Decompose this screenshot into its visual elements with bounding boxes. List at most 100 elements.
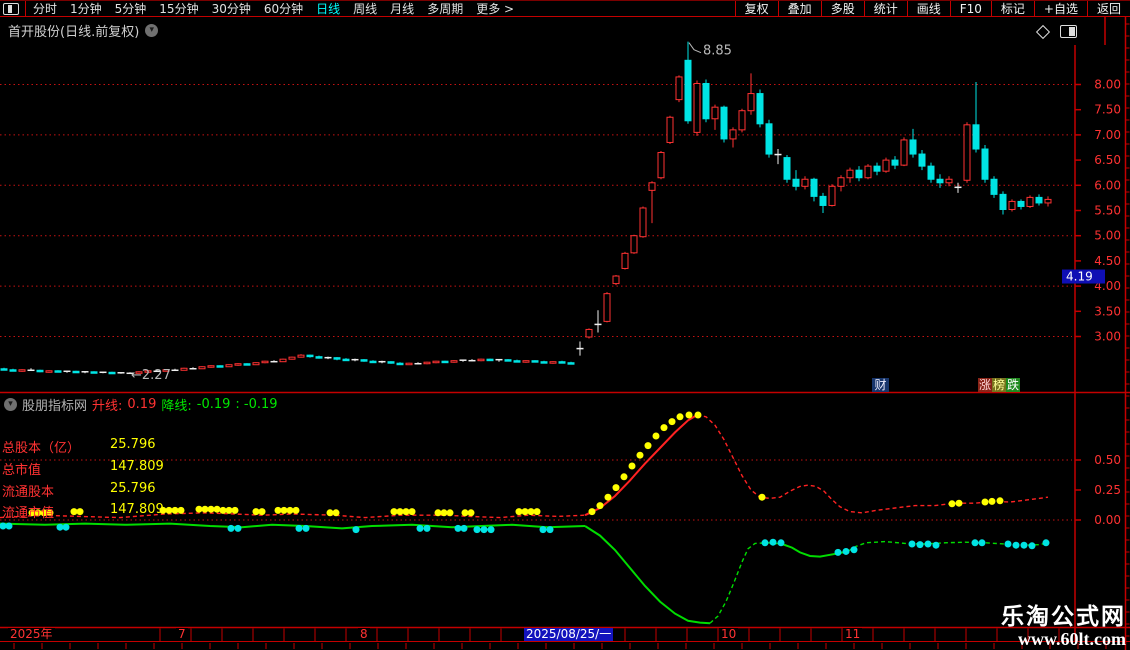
period-tab[interactable]: 15分钟 [159, 0, 198, 17]
toolbar-button[interactable]: 标记 [990, 1, 1034, 16]
buy-dot [988, 497, 996, 505]
toolbar-button[interactable]: F10 [949, 1, 991, 16]
toolbar-button[interactable]: 多股 [820, 1, 864, 16]
candle-body [648, 182, 656, 191]
buy-dot [628, 462, 636, 470]
candle-body [792, 178, 800, 187]
buy-dot [612, 484, 620, 492]
candle-body [306, 354, 314, 358]
buy-dot [396, 508, 404, 516]
metric-value: 147.809 [110, 502, 164, 517]
page-title: 首开股份(日线.前复权) [8, 25, 140, 40]
candle-body [333, 357, 341, 360]
toolbar-button[interactable]: 叠加 [777, 1, 821, 16]
candle-body [711, 106, 719, 120]
candle-body [549, 361, 557, 364]
sell-dot [416, 524, 424, 532]
candle-body [738, 110, 746, 131]
period-tab[interactable]: 多周期 [427, 0, 463, 17]
price-axis-label: 6.00 [1094, 178, 1121, 192]
buy-dot [292, 506, 300, 514]
period-tab[interactable]: 日线 [316, 0, 340, 17]
candle-body [45, 370, 53, 373]
candle-body [450, 360, 458, 363]
rise-label: 升线: [92, 399, 123, 414]
sell-dot [1028, 542, 1036, 550]
period-tab[interactable]: 1分钟 [70, 0, 102, 17]
buy-dot [402, 508, 410, 516]
period-tab[interactable]: 更多 > [476, 0, 514, 17]
candle-body [891, 159, 899, 166]
rise-line [584, 414, 698, 517]
toolbar-button[interactable]: 画线 [906, 1, 950, 16]
buy-dot [644, 442, 652, 450]
sell-dot [1042, 539, 1050, 547]
candle-body [828, 185, 836, 206]
candle-body [108, 371, 116, 375]
candle-body [963, 124, 971, 181]
price-axis-label: 5.00 [1094, 229, 1121, 243]
candle-body [981, 148, 989, 180]
candle-body [234, 363, 242, 366]
split-screen-icon[interactable] [1060, 25, 1077, 38]
candle-body [198, 366, 206, 370]
period-tab[interactable]: 月线 [390, 0, 414, 17]
buy-dot [252, 508, 260, 516]
buy-dot [286, 506, 294, 514]
zhang-die-badge[interactable]: 涨榜跌 [978, 378, 1020, 392]
sell-dot [834, 548, 842, 556]
toolbar-button[interactable]: 复权 [734, 1, 778, 16]
candle-body [882, 159, 890, 172]
period-tab[interactable]: 分时 [33, 0, 57, 17]
candle-body [207, 365, 215, 368]
candle-body [243, 363, 251, 366]
indicator-header: ▾ 股朋指标网 升线: 0.19 降线: -0.19 : -0.19 [4, 395, 278, 414]
candle-body [522, 360, 530, 363]
period-tab[interactable]: 周线 [353, 0, 377, 17]
buy-dot [996, 497, 1004, 505]
buy-dot [390, 508, 398, 516]
metric-label: 流通股本 [2, 485, 55, 500]
buy-dot [440, 509, 448, 517]
zhang-badge-char: 榜 [992, 378, 1006, 392]
candle-body [729, 129, 737, 140]
candle-body [180, 367, 188, 371]
split-view-icon[interactable] [3, 2, 19, 15]
buy-dot [446, 509, 454, 517]
diamond-icon[interactable] [1035, 24, 1051, 39]
chevron-down-icon[interactable]: ▾ [145, 24, 159, 37]
period-tab[interactable]: 30分钟 [212, 0, 251, 17]
buy-dot [676, 413, 684, 421]
toolbar-button[interactable]: 返回 [1086, 1, 1130, 16]
candle-body [720, 106, 728, 140]
sell-dot [56, 523, 64, 531]
finance-badge[interactable]: 财 [872, 378, 889, 392]
header-right-icons [1035, 24, 1077, 39]
candle-body [927, 165, 935, 180]
toolbar-button[interactable]: 统计 [863, 1, 907, 16]
buy-dot [219, 506, 227, 514]
buy-dot [948, 500, 956, 508]
low-annotation: ←2.27 [131, 368, 171, 383]
toolbar-button[interactable]: +自选 [1033, 1, 1087, 16]
candle-body [360, 359, 368, 362]
sell-dot [1020, 541, 1028, 549]
buy-dot [434, 509, 442, 517]
indicator-axis-label: 0.00 [1094, 513, 1121, 527]
sell-dot [850, 546, 858, 554]
period-tab[interactable]: 5分钟 [115, 0, 147, 17]
candle-body [972, 124, 980, 150]
metric-value: 25.796 [110, 481, 156, 496]
period-tab[interactable]: 60分钟 [264, 0, 303, 17]
sell-dot [227, 524, 235, 532]
sell-dot [908, 540, 916, 548]
sell-dot [460, 524, 468, 532]
buy-dot [596, 502, 604, 510]
buy-dot [76, 508, 84, 516]
chart-canvas[interactable]: 8.007.507.006.506.005.505.004.504.003.50… [0, 0, 1130, 650]
buy-dot [533, 508, 541, 516]
date-highlight-badge: 2025/08/25/一 [524, 627, 614, 641]
buy-dot [652, 432, 660, 440]
price-axis-label: 4.50 [1094, 254, 1121, 268]
indicator-collapse-icon[interactable]: ▾ [4, 398, 17, 411]
